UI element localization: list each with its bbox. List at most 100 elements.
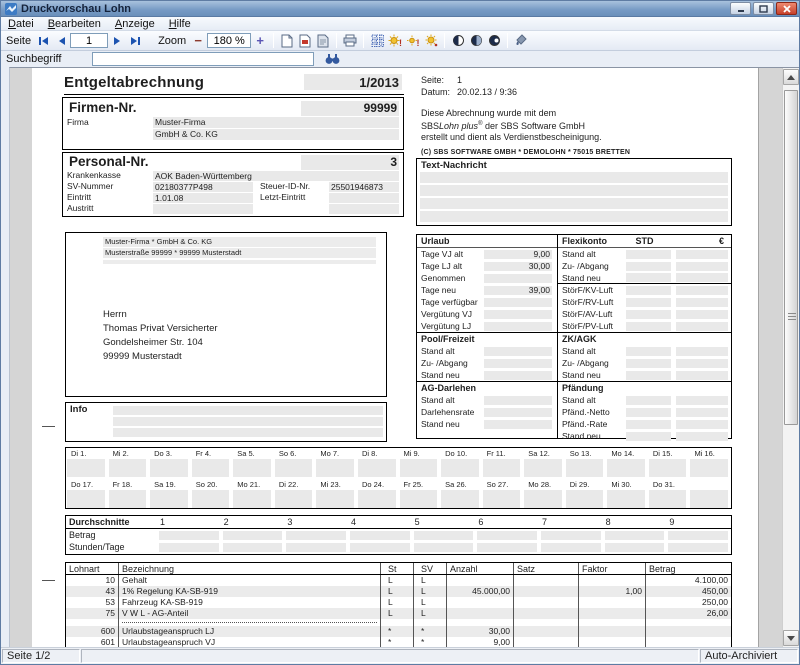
brightness-reset-icon: ! — [406, 34, 420, 47]
zk-agk-row: Stand neu — [558, 369, 731, 381]
zoom-in-button[interactable]: + — [251, 32, 269, 49]
recipient-address: HerrnThomas Privat VersicherterGondelshe… — [103, 308, 386, 364]
pfaendung-row: Stand alt — [558, 394, 731, 406]
calendar-day-cell: Do 24. — [357, 479, 399, 510]
minimize-button[interactable] — [730, 2, 751, 15]
recipient-line: 99999 Musterstadt — [103, 350, 386, 364]
calendar-day-cell: Do 31. — [648, 479, 690, 510]
brightness-up-icon: ! — [388, 34, 402, 47]
toolbar-separator — [273, 33, 274, 48]
meta-block: Seite:1 Datum:20.02.13 / 9:36 Diese Abre… — [421, 74, 721, 159]
wage-table-header: Lohnart Bezeichnung St SV Anzahl Satz Fa… — [66, 563, 731, 575]
scrollbar-thumb[interactable] — [784, 90, 798, 425]
calendar-day-cell: Sa 26. — [440, 479, 482, 510]
calendar-day-cell: Fr 18. — [108, 479, 150, 510]
pfaendung-row: Pfänd.-Rate — [558, 418, 731, 430]
recipient-line: Gondelsheimer Str. 104 — [103, 336, 386, 350]
export-pdf-button[interactable] — [296, 32, 314, 49]
thumbnails-button[interactable] — [368, 32, 386, 49]
calendar-day-cell: Mi 30. — [606, 479, 648, 510]
status-spacer — [81, 649, 699, 663]
contrast-reset-button[interactable] — [467, 32, 485, 49]
last-page-button[interactable] — [126, 32, 144, 49]
zk-agk-row: Stand alt — [558, 345, 731, 357]
svg-text:!: ! — [417, 38, 420, 47]
calendar-day-cell: Fr 11. — [482, 448, 524, 479]
meta-date-value: 20.02.13 / 9:36 — [457, 86, 517, 98]
zoom-out-button[interactable]: − — [189, 32, 207, 49]
page-number-input[interactable] — [70, 33, 108, 48]
menu-item[interactable]: Hilfe — [162, 17, 198, 31]
zoom-in-icon: + — [256, 34, 264, 47]
toolbar-separator — [444, 33, 445, 48]
firm-label: Firma — [67, 116, 153, 128]
scroll-down-button[interactable] — [783, 630, 799, 646]
text-message-box: Text-Nachricht — [416, 158, 732, 226]
first-page-button[interactable] — [34, 32, 52, 49]
brightness-decrease-button[interactable] — [422, 32, 440, 49]
export-text-button[interactable] — [314, 32, 332, 49]
menu-item[interactable]: Anzeige — [108, 17, 162, 31]
contrast-increase-button[interactable] — [449, 32, 467, 49]
calendar-day-cell — [689, 479, 731, 510]
next-page-button[interactable] — [108, 32, 126, 49]
darlehen-row: Darlehensrate — [417, 406, 557, 418]
first-page-icon — [38, 36, 49, 46]
contrast-decrease-button[interactable] — [485, 32, 503, 49]
brightness-reset-button[interactable]: ! — [404, 32, 422, 49]
pfaendung-row: Stand neu — [558, 430, 731, 442]
flexikonto-col-eur: € — [672, 235, 724, 247]
calendar-day-cell: Mi 9. — [399, 448, 441, 479]
averages-betrag-row: Betrag — [66, 529, 731, 541]
scrollbar-grip — [788, 313, 796, 320]
svg-text:!: ! — [399, 38, 402, 47]
austritt-label: Austritt — [67, 203, 153, 214]
eintritt-label: Eintritt — [67, 192, 153, 203]
urlaub-row: Tage neu39,00 — [417, 284, 557, 296]
urlaub-row: Genommen — [417, 272, 557, 284]
menu-item[interactable]: Datei — [1, 17, 41, 31]
meta-page-value: 1 — [457, 74, 462, 86]
calendar-day-cell: Di 29. — [565, 479, 607, 510]
app-window: Druckvorschau Lohn Datei Bearbeiten Anze… — [0, 0, 800, 665]
firm-name-1: Muster-Firma — [153, 117, 399, 128]
vertical-scrollbar[interactable] — [782, 68, 799, 647]
close-button[interactable] — [776, 2, 797, 15]
averages-header: Durchschnitte 1 2 3 4 5 6 7 8 9 — [66, 516, 731, 529]
printer-icon — [343, 34, 357, 47]
search-input[interactable] — [92, 52, 314, 66]
flexikonto-title: Flexikonto — [562, 235, 622, 247]
austritt-value — [153, 204, 253, 214]
calendar-day-cell: Di 8. — [357, 448, 399, 479]
wage-table-row: 43 1% Regelung KA-SB-919 L L 45.000,00 1… — [66, 586, 731, 597]
status-archive-indicator: Auto-Archiviert — [700, 649, 798, 663]
calendar-day-cell: Mo 21. — [232, 479, 274, 510]
previous-page-button[interactable] — [52, 32, 70, 49]
calendar-day-cell: Mi 2. — [108, 448, 150, 479]
zoom-input[interactable] — [207, 33, 251, 48]
flexikonto-row: StörF/RV-Luft — [558, 296, 731, 308]
menu-item[interactable]: Bearbeiten — [41, 17, 108, 31]
calendar-day-cell: So 13. — [565, 448, 607, 479]
pdf-icon — [299, 34, 311, 48]
flexikonto-col-std: STD — [622, 235, 667, 247]
wage-table-row — [66, 619, 731, 626]
calendar-day-cell: So 20. — [191, 479, 233, 510]
toolbar-separator — [507, 33, 508, 48]
personal-box: Personal-Nr. 3 Krankenkasse AOK Baden-Wü… — [62, 152, 404, 217]
export-document-button[interactable] — [278, 32, 296, 49]
text-message-title: Text-Nachricht — [417, 159, 731, 172]
contrast-reset-icon — [470, 34, 483, 47]
color-fill-button[interactable] — [512, 32, 530, 49]
maximize-button[interactable] — [753, 2, 774, 15]
brightness-increase-button[interactable]: ! — [386, 32, 404, 49]
urlaub-row: Tage LJ alt30,00 — [417, 260, 557, 272]
urlaub-row: Vergütung VJ — [417, 308, 557, 320]
brightness-down-icon — [424, 34, 438, 47]
scroll-up-button[interactable] — [783, 69, 799, 85]
title-bar[interactable]: Druckvorschau Lohn — [1, 1, 799, 17]
print-button[interactable] — [341, 32, 359, 49]
krankenkasse-label: Krankenkasse — [67, 170, 153, 181]
calendar-day-cell: Fr 25. — [399, 479, 441, 510]
find-button[interactable] — [323, 52, 341, 67]
